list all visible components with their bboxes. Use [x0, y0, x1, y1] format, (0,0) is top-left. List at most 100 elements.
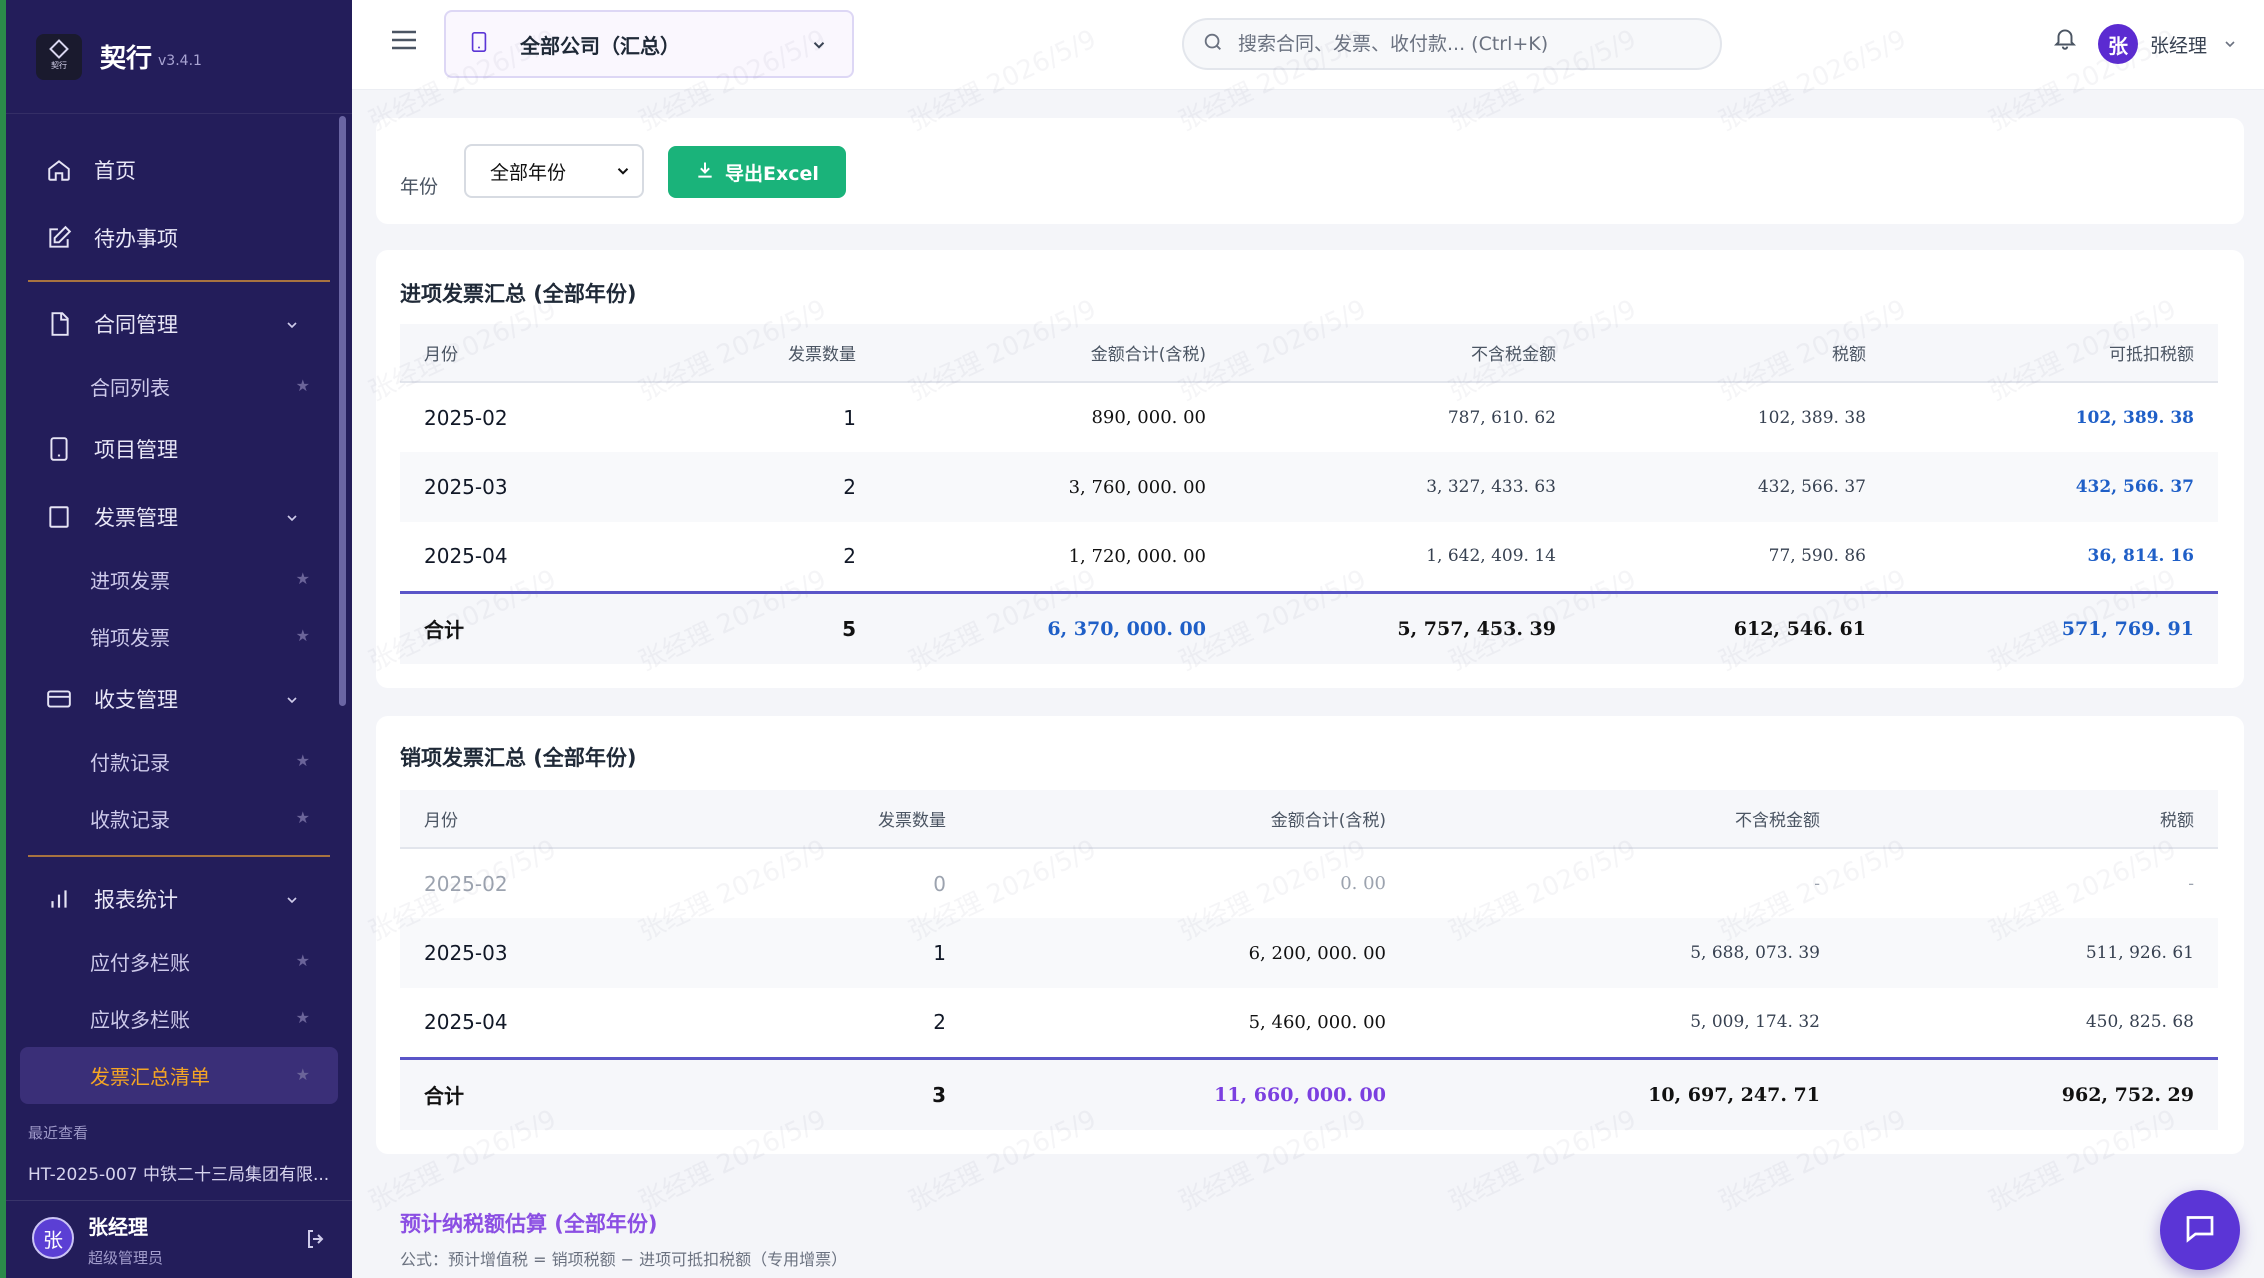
cell-amount: 11, 660, 000. 00 [1214, 1083, 1386, 1106]
input-invoice-table: 月份 发票数量 金额合计(含税) 不含税金额 税额 可抵扣税额 2025-02 … [400, 324, 2218, 664]
recent-item[interactable]: HT-2025-007 中铁二十三局集团有限... [28, 1160, 328, 1185]
sidebar-item-project[interactable]: 项目管理 [6, 415, 352, 483]
user-name: 张经理 [88, 1215, 148, 1239]
header-user-name[interactable]: 张经理 [2150, 31, 2207, 58]
table-total-row: 合计 5 6, 370, 000. 00 5, 757, 453. 39 612… [400, 592, 2218, 664]
sidebar-item-label: 收支管理 [94, 688, 178, 712]
star-icon[interactable]: ★ [296, 951, 310, 970]
sidebar-item-invoice-summary[interactable]: 发票汇总清单 ★ [20, 1047, 338, 1104]
sidebar-item-label: 首页 [94, 159, 136, 183]
cell-month: 2025-03 [424, 475, 508, 499]
cell-tax: - [2188, 873, 2194, 894]
user-role: 超级管理员 [88, 1249, 164, 1267]
column-header[interactable]: 发票数量 [630, 324, 880, 382]
sidebar-item-label: 应收多栏账 [90, 1008, 190, 1032]
sidebar-item-invoice-out[interactable]: 销项发票 ★ [6, 608, 352, 665]
cell-count: 2 [933, 1010, 946, 1035]
logout-icon[interactable] [304, 1227, 328, 1255]
sidebar-item-invoice-in[interactable]: 进项发票 ★ [6, 551, 352, 608]
cell-amount: 6, 200, 000. 00 [1248, 942, 1386, 964]
avatar[interactable]: 张 [2098, 24, 2138, 64]
table-row: 2025-02 1 890, 000. 00 787, 610. 62 102,… [400, 382, 2218, 452]
star-icon[interactable]: ★ [296, 569, 310, 588]
export-excel-button[interactable]: 导出Excel [668, 146, 846, 198]
column-header[interactable]: 税额 [1580, 324, 1890, 382]
sidebar-item-receipt[interactable]: 收款记录 ★ [6, 790, 352, 847]
cell-tax: 77, 590. 86 [1768, 546, 1866, 567]
star-icon[interactable]: ★ [296, 751, 310, 770]
cell-count: 2 [843, 475, 856, 499]
sidebar-item-label: 发票管理 [94, 506, 178, 530]
column-header[interactable]: 金额合计(含税) [970, 790, 1410, 848]
sidebar-item-home[interactable]: 首页 [6, 136, 352, 204]
cell-month: 2025-03 [424, 941, 508, 965]
cell-tax: 102, 389. 38 [1757, 407, 1866, 428]
star-icon[interactable]: ★ [296, 1008, 310, 1027]
menu-icon[interactable] [390, 28, 418, 56]
cell-amount: 6, 370, 000. 00 [1047, 617, 1206, 640]
chevron-down-icon [614, 162, 632, 185]
filter-card: 年份 全部年份 导出Excel [376, 118, 2244, 224]
sidebar-item-contract-list[interactable]: 合同列表 ★ [6, 358, 352, 415]
table-row: 2025-04 2 1, 720, 000. 00 1, 642, 409. 1… [400, 522, 2218, 592]
year-select[interactable]: 全部年份 [464, 144, 644, 198]
search-input[interactable] [1238, 33, 1698, 55]
chat-button[interactable] [2160, 1190, 2240, 1270]
recent-label: 最近查看 [28, 1124, 89, 1142]
sidebar-item-contract[interactable]: 合同管理 [6, 290, 352, 358]
edit-icon [46, 225, 72, 251]
sidebar-nav: 首页 待办事项 合同管理 合同列表 ★ 项目管理 发票管理 进项发票 ★ 销项发… [6, 114, 352, 1104]
cell-net: 5, 009, 174. 32 [1690, 1012, 1820, 1033]
sidebar-item-invoice[interactable]: 发票管理 [6, 483, 352, 551]
column-header[interactable]: 税额 [1844, 790, 2218, 848]
chevron-down-icon[interactable] [2222, 36, 2238, 56]
sidebar-item-receivable[interactable]: 应收多栏账 ★ [6, 990, 352, 1047]
star-icon[interactable]: ★ [296, 1065, 310, 1084]
star-icon[interactable]: ★ [296, 376, 310, 395]
column-header[interactable]: 不含税金额 [1410, 790, 1844, 848]
cell-amount: 890, 000. 00 [1091, 407, 1206, 428]
logo-text: 契行 [51, 61, 67, 70]
cell-count: 0 [933, 871, 946, 896]
cell-amount: 5, 460, 000. 00 [1248, 1011, 1386, 1033]
brand-version: v3.4.1 [158, 52, 202, 69]
star-icon[interactable]: ★ [296, 808, 310, 827]
table-row: 2025-04 2 5, 460, 000. 00 5, 009, 174. 3… [400, 988, 2218, 1058]
cell-deductible: 432, 566. 37 [2075, 477, 2194, 497]
column-header[interactable]: 金额合计(含税) [880, 324, 1230, 382]
home-icon [46, 157, 72, 183]
column-header[interactable]: 月份 [400, 790, 700, 848]
sidebar-item-label: 发票汇总清单 [90, 1065, 210, 1089]
cell-count: 1 [843, 405, 856, 430]
star-icon[interactable]: ★ [296, 626, 310, 645]
cell-count: 2 [843, 544, 856, 569]
download-icon [695, 160, 715, 185]
table-header-row: 月份 发票数量 金额合计(含税) 不含税金额 税额 [400, 790, 2218, 848]
file-icon [46, 311, 72, 337]
cell-net: 1, 642, 409. 14 [1426, 546, 1556, 567]
cell-month: 2025-02 [424, 405, 508, 430]
column-header[interactable]: 不含税金额 [1230, 324, 1580, 382]
sidebar-item-payment[interactable]: 付款记录 ★ [6, 733, 352, 790]
avatar[interactable]: 张 [32, 1217, 74, 1259]
column-header[interactable]: 可抵扣税额 [1890, 324, 2218, 382]
brand-logo[interactable]: 契行 [36, 33, 82, 80]
sidebar-scrollbar[interactable] [339, 116, 346, 706]
search-icon [1202, 31, 1224, 57]
cell-tax: 962, 752. 29 [2061, 1083, 2194, 1106]
column-header[interactable]: 发票数量 [700, 790, 970, 848]
chevron-down-icon [284, 314, 300, 338]
company-select[interactable]: 全部公司（汇总） [444, 10, 854, 78]
sidebar-item-label: 报表统计 [94, 888, 178, 912]
sidebar-item-todo[interactable]: 待办事项 [6, 204, 352, 272]
export-label: 导出Excel [725, 162, 819, 185]
section-title: 进项发票汇总 (全部年份) [400, 282, 637, 306]
bell-icon[interactable] [2052, 24, 2078, 56]
sidebar-item-report[interactable]: 报表统计 [6, 865, 352, 933]
column-header[interactable]: 月份 [400, 324, 630, 382]
sidebar-item-payable[interactable]: 应付多栏账 ★ [6, 933, 352, 990]
brand: 契行 契行 v3.4.1 [6, 0, 352, 114]
cell-net: 10, 697, 247. 71 [1648, 1083, 1820, 1106]
sidebar-item-label: 合同管理 [94, 313, 178, 337]
sidebar-item-cash[interactable]: 收支管理 [6, 665, 352, 733]
